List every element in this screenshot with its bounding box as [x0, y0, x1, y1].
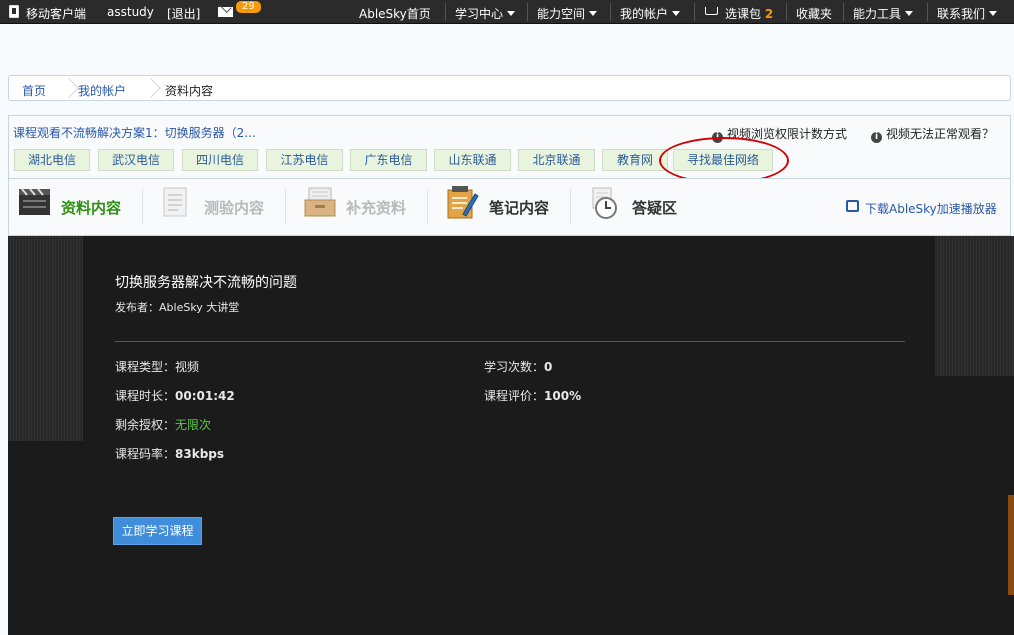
start-course-button[interactable]: 立即学习课程 [113, 517, 202, 545]
favorites-link[interactable]: 收藏夹 [796, 5, 832, 22]
remaining-auth-value: 无限次 [175, 418, 212, 432]
chevron-down-icon [989, 11, 998, 16]
rating-field: 课程评价：100% [484, 387, 581, 404]
course-info-card [83, 236, 935, 635]
course-title: 切换服务器解决不流畅的问题 [115, 275, 297, 291]
remaining-auth-field: 剩余授权：无限次 [115, 416, 211, 433]
course-publisher: 发布者：AbleSky 大讲堂 [115, 301, 240, 314]
rating-value: 100% [544, 389, 582, 403]
download-icon [846, 200, 859, 212]
tab-divider [427, 189, 428, 225]
divider [843, 3, 844, 21]
cannot-play-help-link[interactable]: i 视频无法正常观看？ [871, 125, 994, 143]
study-count-value: 0 [544, 360, 553, 374]
tab-qa[interactable]: 答疑区 [632, 197, 677, 218]
course-player-area: 切换服务器解决不流畅的问题 发布者：AbleSky 大讲堂 课程类型：视频 课程… [8, 236, 1014, 635]
server-button-shandong-unicom[interactable]: 山东联通 [434, 149, 511, 171]
course-type-field: 课程类型：视频 [115, 358, 199, 375]
breadcrumb: 首页 我的帐户 资料内容 [8, 75, 1011, 101]
my-account-menu[interactable]: 我的帐户 [620, 5, 681, 22]
bitrate-field: 课程码率：83kbps [115, 445, 224, 462]
remaining-auth-label: 剩余授权： [115, 418, 176, 432]
divider [115, 341, 905, 342]
server-button-jiangsu-telecom[interactable]: 江苏电信 [266, 149, 343, 171]
breadcrumb-my-account[interactable]: 我的帐户 [78, 82, 126, 99]
divider [445, 3, 446, 21]
download-player-link[interactable]: 下载AbleSky加速播放器 [865, 200, 997, 217]
course-type-label: 课程类型： [115, 360, 176, 374]
background-texture [935, 236, 1014, 376]
contact-menu[interactable]: 联系我们 [937, 5, 998, 22]
rating-label: 课程评价： [484, 389, 545, 403]
clock-icon [592, 187, 617, 219]
breadcrumb-separator-icon [147, 76, 161, 100]
ability-tools-menu[interactable]: 能力工具 [853, 5, 914, 22]
chevron-down-icon [507, 11, 516, 16]
course-type-value: 视频 [175, 360, 200, 374]
tab-quiz-content[interactable]: 测验内容 [204, 197, 264, 218]
highlight-annotation-oval [659, 137, 789, 184]
notepad-pencil-icon [447, 186, 479, 219]
ability-space-label: 能力空间 [537, 7, 586, 21]
bitrate-label: 课程码率： [115, 447, 176, 461]
tab-divider [570, 189, 571, 225]
server-button-guangdong-telecom[interactable]: 广东电信 [350, 149, 427, 171]
study-center-label: 学习中心 [455, 7, 504, 21]
study-count-field: 学习次数：0 [484, 358, 552, 375]
tab-supplementary[interactable]: 补充资料 [346, 197, 406, 218]
divider [927, 3, 928, 21]
mobile-phone-icon [9, 5, 19, 18]
server-button-wuhan-telecom[interactable]: 武汉电信 [98, 149, 174, 171]
tab-divider [142, 189, 143, 225]
server-button-hubei-telecom[interactable]: 湖北电信 [14, 149, 90, 171]
mail-count-badge: 29 [236, 1, 261, 13]
server-button-beijing-unicom[interactable]: 北京联通 [518, 149, 595, 171]
top-navigation-bar: 移动客户端 asstudy [退出] 29 AbleSky首页 学习中心 能力空… [0, 0, 1014, 24]
my-account-label: 我的帐户 [620, 7, 669, 21]
contact-label: 联系我们 [937, 7, 986, 21]
mail-icon[interactable] [218, 7, 233, 17]
divider [694, 3, 695, 21]
logout-link[interactable]: [退出] [167, 5, 200, 22]
content-tabs: 资料内容 测验内容 补充资料 笔记内容 答疑区 下载AbleSky加速播放器 [9, 178, 1010, 236]
ability-tools-label: 能力工具 [853, 7, 902, 21]
bitrate-value: 83kbps [175, 447, 225, 461]
divider [527, 3, 528, 21]
course-duration-field: 课程时长：00:01:42 [115, 387, 235, 404]
breadcrumb-separator-icon [65, 76, 79, 100]
folder-box-icon [304, 187, 336, 217]
clapperboard-icon [19, 188, 50, 215]
tab-divider [285, 189, 286, 225]
course-panel: 课程观看不流畅解决方案1：切换服务器（2... i 视频浏览权限计数方式 i 视频无… [8, 115, 1011, 236]
quiz-sheet-icon [163, 187, 187, 217]
smoothness-tip-link[interactable]: 课程观看不流畅解决方案1：切换服务器（2... [13, 124, 256, 141]
breadcrumb-home[interactable]: 首页 [22, 82, 46, 99]
study-center-menu[interactable]: 学习中心 [455, 5, 516, 22]
course-duration-label: 课程时长： [115, 389, 176, 403]
info-icon: i [871, 132, 882, 143]
course-cart-link[interactable]: 选课包 2 [725, 5, 773, 22]
chevron-down-icon [589, 11, 598, 16]
tab-course-content[interactable]: 资料内容 [61, 197, 121, 218]
cart-count: 2 [764, 7, 774, 21]
server-button-sichuan-telecom[interactable]: 四川电信 [182, 149, 258, 171]
ablesky-home-link[interactable]: AbleSky首页 [359, 5, 431, 22]
chevron-down-icon [905, 11, 914, 16]
ability-space-menu[interactable]: 能力空间 [537, 5, 598, 22]
chevron-down-icon [672, 11, 681, 16]
study-count-label: 学习次数： [484, 360, 545, 374]
background-texture [8, 236, 83, 441]
course-duration-value: 00:01:42 [175, 389, 235, 403]
cannot-play-help-label: 视频无法正常观看？ [886, 127, 995, 141]
username-link[interactable]: asstudy [107, 5, 154, 19]
shopping-cart-icon [705, 7, 718, 15]
mobile-client-link[interactable]: 移动客户端 [26, 5, 86, 22]
page-edge-strip [1008, 495, 1014, 595]
course-cart-label: 选课包 [725, 7, 762, 21]
breadcrumb-current: 资料内容 [165, 84, 214, 98]
divider [610, 3, 611, 21]
divider [786, 3, 787, 21]
tab-notes[interactable]: 笔记内容 [489, 197, 549, 218]
